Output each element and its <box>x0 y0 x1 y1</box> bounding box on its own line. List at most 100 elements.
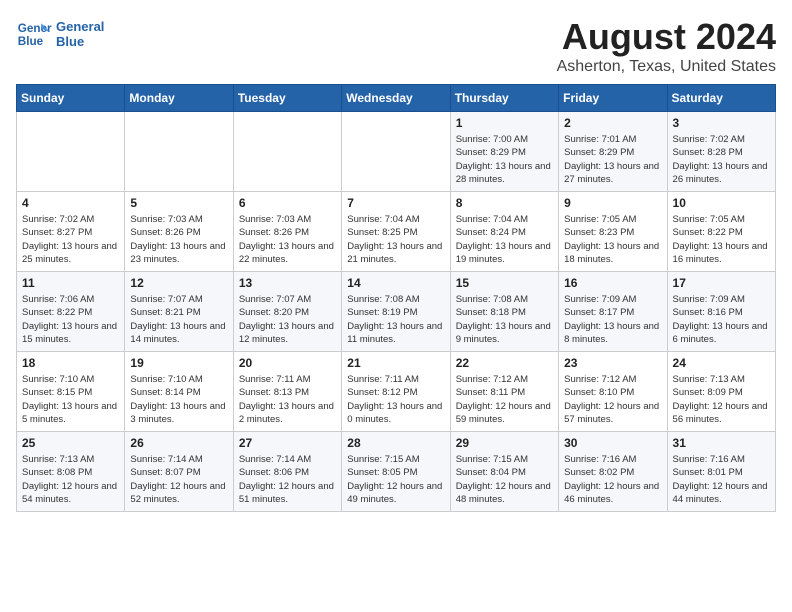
calendar-cell <box>17 112 125 192</box>
calendar-cell: 23 Sunrise: 7:12 AMSunset: 8:10 PMDayligh… <box>559 352 667 432</box>
calendar-cell: 1 Sunrise: 7:00 AMSunset: 8:29 PMDaylight… <box>450 112 558 192</box>
weekday-header-thursday: Thursday <box>450 85 558 112</box>
day-number: 24 <box>673 356 770 370</box>
calendar-cell: 9 Sunrise: 7:05 AMSunset: 8:23 PMDaylight… <box>559 192 667 272</box>
day-info: Sunrise: 7:01 AMSunset: 8:29 PMDaylight:… <box>564 133 661 186</box>
day-info: Sunrise: 7:16 AMSunset: 8:01 PMDaylight:… <box>673 453 770 506</box>
page-header: General Blue General Blue August 2024 As… <box>16 16 776 76</box>
day-info: Sunrise: 7:02 AMSunset: 8:27 PMDaylight:… <box>22 213 119 266</box>
day-info: Sunrise: 7:13 AMSunset: 8:09 PMDaylight:… <box>673 373 770 426</box>
calendar-cell: 11 Sunrise: 7:06 AMSunset: 8:22 PMDayligh… <box>17 272 125 352</box>
weekday-header-sunday: Sunday <box>17 85 125 112</box>
day-number: 13 <box>239 276 336 290</box>
day-info: Sunrise: 7:16 AMSunset: 8:02 PMDaylight:… <box>564 453 661 506</box>
calendar-cell: 14 Sunrise: 7:08 AMSunset: 8:19 PMDayligh… <box>342 272 450 352</box>
day-info: Sunrise: 7:07 AMSunset: 8:20 PMDaylight:… <box>239 293 336 346</box>
calendar-cell: 12 Sunrise: 7:07 AMSunset: 8:21 PMDayligh… <box>125 272 233 352</box>
day-info: Sunrise: 7:15 AMSunset: 8:04 PMDaylight:… <box>456 453 553 506</box>
day-number: 23 <box>564 356 661 370</box>
calendar-week-row: 18 Sunrise: 7:10 AMSunset: 8:15 PMDayligh… <box>17 352 776 432</box>
day-number: 3 <box>673 116 770 130</box>
day-number: 12 <box>130 276 227 290</box>
day-number: 22 <box>456 356 553 370</box>
calendar-week-row: 11 Sunrise: 7:06 AMSunset: 8:22 PMDayligh… <box>17 272 776 352</box>
calendar-cell: 5 Sunrise: 7:03 AMSunset: 8:26 PMDaylight… <box>125 192 233 272</box>
calendar-cell: 19 Sunrise: 7:10 AMSunset: 8:14 PMDayligh… <box>125 352 233 432</box>
day-number: 20 <box>239 356 336 370</box>
day-number: 18 <box>22 356 119 370</box>
calendar-cell: 17 Sunrise: 7:09 AMSunset: 8:16 PMDayligh… <box>667 272 775 352</box>
day-number: 27 <box>239 436 336 450</box>
day-number: 2 <box>564 116 661 130</box>
day-number: 25 <box>22 436 119 450</box>
calendar-cell <box>125 112 233 192</box>
day-info: Sunrise: 7:07 AMSunset: 8:21 PMDaylight:… <box>130 293 227 346</box>
day-info: Sunrise: 7:11 AMSunset: 8:13 PMDaylight:… <box>239 373 336 426</box>
day-info: Sunrise: 7:03 AMSunset: 8:26 PMDaylight:… <box>239 213 336 266</box>
day-info: Sunrise: 7:09 AMSunset: 8:16 PMDaylight:… <box>673 293 770 346</box>
day-number: 14 <box>347 276 444 290</box>
day-number: 4 <box>22 196 119 210</box>
day-info: Sunrise: 7:05 AMSunset: 8:22 PMDaylight:… <box>673 213 770 266</box>
svg-text:General: General <box>18 22 52 35</box>
day-number: 28 <box>347 436 444 450</box>
day-number: 11 <box>22 276 119 290</box>
month-year-title: August 2024 <box>557 16 776 58</box>
calendar-cell: 2 Sunrise: 7:01 AMSunset: 8:29 PMDaylight… <box>559 112 667 192</box>
calendar-cell <box>233 112 341 192</box>
day-number: 17 <box>673 276 770 290</box>
calendar-table: SundayMondayTuesdayWednesdayThursdayFrid… <box>16 84 776 512</box>
day-info: Sunrise: 7:10 AMSunset: 8:15 PMDaylight:… <box>22 373 119 426</box>
day-info: Sunrise: 7:12 AMSunset: 8:11 PMDaylight:… <box>456 373 553 426</box>
day-number: 30 <box>564 436 661 450</box>
calendar-cell: 27 Sunrise: 7:14 AMSunset: 8:06 PMDayligh… <box>233 432 341 512</box>
calendar-cell: 21Sunrise: 7:11 AMSunset: 8:12 PMDayligh… <box>342 352 450 432</box>
day-number: 10 <box>673 196 770 210</box>
calendar-cell: 31Sunrise: 7:16 AMSunset: 8:01 PMDayligh… <box>667 432 775 512</box>
calendar-cell: 26 Sunrise: 7:14 AMSunset: 8:07 PMDayligh… <box>125 432 233 512</box>
day-number: 15 <box>456 276 553 290</box>
day-info: Sunrise: 7:09 AMSunset: 8:17 PMDaylight:… <box>564 293 661 346</box>
calendar-cell: 30 Sunrise: 7:16 AMSunset: 8:02 PMDayligh… <box>559 432 667 512</box>
day-info: Sunrise: 7:14 AMSunset: 8:07 PMDaylight:… <box>130 453 227 506</box>
calendar-cell: 8Sunrise: 7:04 AMSunset: 8:24 PMDaylight… <box>450 192 558 272</box>
calendar-cell <box>342 112 450 192</box>
calendar-cell: 18 Sunrise: 7:10 AMSunset: 8:15 PMDayligh… <box>17 352 125 432</box>
day-info: Sunrise: 7:04 AMSunset: 8:24 PMDaylight:… <box>456 213 553 266</box>
day-number: 5 <box>130 196 227 210</box>
calendar-cell: 24 Sunrise: 7:13 AMSunset: 8:09 PMDayligh… <box>667 352 775 432</box>
calendar-cell: 16 Sunrise: 7:09 AMSunset: 8:17 PMDayligh… <box>559 272 667 352</box>
day-number: 19 <box>130 356 227 370</box>
day-number: 21 <box>347 356 444 370</box>
day-number: 26 <box>130 436 227 450</box>
calendar-cell: 10 Sunrise: 7:05 AMSunset: 8:22 PMDayligh… <box>667 192 775 272</box>
day-info: Sunrise: 7:00 AMSunset: 8:29 PMDaylight:… <box>456 133 553 186</box>
calendar-week-row: 4 Sunrise: 7:02 AMSunset: 8:27 PMDaylight… <box>17 192 776 272</box>
calendar-cell: 28 Sunrise: 7:15 AMSunset: 8:05 PMDayligh… <box>342 432 450 512</box>
logo-line2: Blue <box>56 34 104 49</box>
calendar-cell: 13 Sunrise: 7:07 AMSunset: 8:20 PMDayligh… <box>233 272 341 352</box>
day-info: Sunrise: 7:06 AMSunset: 8:22 PMDaylight:… <box>22 293 119 346</box>
calendar-cell: 4 Sunrise: 7:02 AMSunset: 8:27 PMDaylight… <box>17 192 125 272</box>
logo-icon: General Blue <box>16 16 52 52</box>
day-number: 9 <box>564 196 661 210</box>
calendar-cell: 3 Sunrise: 7:02 AMSunset: 8:28 PMDaylight… <box>667 112 775 192</box>
calendar-cell: 22 Sunrise: 7:12 AMSunset: 8:11 PMDayligh… <box>450 352 558 432</box>
calendar-cell: 25Sunrise: 7:13 AMSunset: 8:08 PMDayligh… <box>17 432 125 512</box>
logo: General Blue General Blue <box>16 16 104 52</box>
day-info: Sunrise: 7:14 AMSunset: 8:06 PMDaylight:… <box>239 453 336 506</box>
day-info: Sunrise: 7:12 AMSunset: 8:10 PMDaylight:… <box>564 373 661 426</box>
day-info: Sunrise: 7:04 AMSunset: 8:25 PMDaylight:… <box>347 213 444 266</box>
day-number: 1 <box>456 116 553 130</box>
day-number: 6 <box>239 196 336 210</box>
day-info: Sunrise: 7:03 AMSunset: 8:26 PMDaylight:… <box>130 213 227 266</box>
day-info: Sunrise: 7:05 AMSunset: 8:23 PMDaylight:… <box>564 213 661 266</box>
calendar-week-row: 25Sunrise: 7:13 AMSunset: 8:08 PMDayligh… <box>17 432 776 512</box>
day-info: Sunrise: 7:02 AMSunset: 8:28 PMDaylight:… <box>673 133 770 186</box>
title-block: August 2024 Asherton, Texas, United Stat… <box>557 16 776 76</box>
calendar-week-row: 1 Sunrise: 7:00 AMSunset: 8:29 PMDaylight… <box>17 112 776 192</box>
day-info: Sunrise: 7:08 AMSunset: 8:19 PMDaylight:… <box>347 293 444 346</box>
day-number: 16 <box>564 276 661 290</box>
day-info: Sunrise: 7:15 AMSunset: 8:05 PMDaylight:… <box>347 453 444 506</box>
day-info: Sunrise: 7:10 AMSunset: 8:14 PMDaylight:… <box>130 373 227 426</box>
